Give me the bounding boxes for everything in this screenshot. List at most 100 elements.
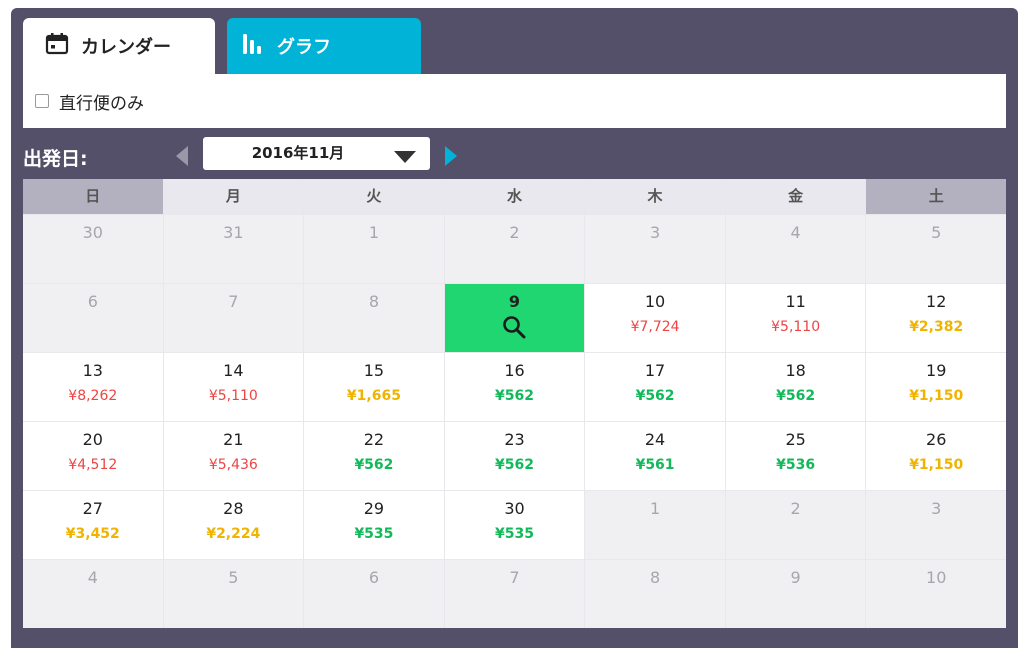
day-number: 27 (82, 499, 103, 518)
calendar-day: 31 (163, 215, 304, 283)
day-number: 16 (504, 361, 525, 380)
search-icon (445, 315, 585, 343)
month-select[interactable]: 2016年11月 (203, 137, 430, 170)
direct-only-checkbox[interactable] (35, 94, 49, 108)
tab-graph-label: グラフ (277, 37, 331, 58)
next-month-button[interactable] (444, 146, 458, 166)
day-number: 4 (790, 223, 801, 242)
day-price: ¥536 (776, 457, 816, 473)
calendar-day[interactable]: 22 ¥562 (304, 422, 444, 490)
day-number: 15 (363, 361, 385, 380)
day-price: ¥2,382 (909, 319, 964, 335)
day-number: 28 (223, 499, 244, 518)
calendar-day-selected[interactable]: 9 (444, 284, 585, 352)
calendar-day: 8 (585, 560, 725, 628)
calendar-day[interactable]: 14 ¥5,110 (163, 353, 304, 421)
calendar-day[interactable]: 30 ¥535 (444, 491, 585, 559)
day-number: 9 (790, 568, 801, 587)
bar-chart-icon (241, 32, 265, 61)
weekday-header: 日 (23, 179, 163, 214)
calendar-day: 1 (585, 491, 725, 559)
day-price: ¥3,452 (65, 526, 120, 542)
day-number: 6 (87, 292, 98, 311)
calendar-day: 2 (725, 491, 866, 559)
calendar-day[interactable]: 24 ¥561 (585, 422, 725, 490)
calendar-day[interactable]: 27 ¥3,452 (23, 491, 163, 559)
calendar-day[interactable]: 11 ¥5,110 (725, 284, 866, 352)
calendar-day: 2 (444, 215, 585, 283)
day-price: ¥562 (354, 457, 394, 473)
calendar-day: 5 (866, 215, 1006, 283)
calendar-day: 1 (304, 215, 444, 283)
day-number: 8 (368, 292, 380, 311)
day-number: 21 (223, 430, 244, 449)
day-price: ¥562 (776, 388, 816, 404)
day-number: 9 (508, 292, 521, 311)
day-number: 19 (926, 361, 947, 380)
day-number: 10 (644, 292, 666, 311)
day-number: 10 (926, 568, 947, 587)
day-number: 1 (368, 223, 380, 242)
calendar-day[interactable]: 13 ¥8,262 (23, 353, 163, 421)
flight-price-panel: カレンダー グラフ 直行便のみ 出発日: 2016年11月 日 月 火 水 木 … (11, 8, 1018, 648)
calendar-day[interactable]: 15 ¥1,665 (304, 353, 444, 421)
day-price: ¥1,150 (909, 388, 964, 404)
calendar-day: 3 (585, 215, 725, 283)
calendar-day[interactable]: 26 ¥1,150 (866, 422, 1006, 490)
day-number: 2 (509, 223, 520, 242)
day-number: 22 (363, 430, 385, 449)
day-number: 7 (509, 568, 520, 587)
tab-graph[interactable]: グラフ (227, 18, 421, 74)
day-number: 5 (931, 223, 942, 242)
day-price: ¥535 (354, 526, 394, 542)
calendar-day[interactable]: 28 ¥2,224 (163, 491, 304, 559)
calendar-day: 5 (163, 560, 304, 628)
date-nav: 出発日: 2016年11月 (23, 136, 1006, 178)
calendar-day[interactable]: 17 ¥562 (585, 353, 725, 421)
calendar-day[interactable]: 16 ¥562 (444, 353, 585, 421)
calendar-day: 4 (23, 560, 163, 628)
calendar-grid: 日 月 火 水 木 金 土 30 31 1 2 3 4 5 6 7 8 9 10 ¥7,724 11 ¥5,… (23, 179, 1006, 628)
prev-month-button[interactable] (175, 146, 189, 166)
day-number: 8 (649, 568, 661, 587)
tab-calendar[interactable]: カレンダー (23, 18, 215, 74)
calendar-day: 9 (725, 560, 866, 628)
day-price: ¥2,224 (206, 526, 261, 542)
calendar-day: 7 (163, 284, 304, 352)
day-number: 3 (649, 223, 661, 242)
day-number: 14 (223, 361, 244, 380)
day-number: 31 (223, 223, 244, 242)
day-number: 30 (82, 223, 103, 242)
day-price: ¥5,436 (208, 457, 258, 473)
day-price: ¥535 (495, 526, 534, 542)
day-number: 18 (785, 361, 806, 380)
direct-only-label: 直行便のみ (59, 93, 144, 114)
calendar-day[interactable]: 21 ¥5,436 (163, 422, 304, 490)
calendar-day: 8 (304, 284, 444, 352)
day-price: ¥5,110 (771, 319, 821, 335)
departure-date-label: 出発日: (23, 148, 88, 170)
calendar-day[interactable]: 12 ¥2,382 (866, 284, 1006, 352)
day-number: 26 (926, 430, 947, 449)
day-price: ¥1,665 (346, 388, 401, 404)
day-number: 3 (931, 499, 942, 518)
calendar-day: 6 (23, 284, 163, 352)
day-price: ¥7,724 (630, 319, 680, 335)
weekday-header: 月 (163, 179, 304, 214)
calendar-day[interactable]: 19 ¥1,150 (866, 353, 1006, 421)
chevron-right-icon (445, 146, 457, 166)
day-number: 11 (785, 292, 806, 311)
calendar-icon (45, 32, 69, 60)
calendar-day[interactable]: 18 ¥562 (725, 353, 866, 421)
calendar-day[interactable]: 10 ¥7,724 (585, 284, 725, 352)
day-number: 2 (790, 499, 801, 518)
calendar-day[interactable]: 20 ¥4,512 (23, 422, 163, 490)
caret-down-icon (394, 148, 416, 167)
day-number: 17 (644, 361, 666, 380)
day-price: ¥8,262 (68, 388, 118, 404)
filter-bar: 直行便のみ (23, 74, 1006, 128)
calendar-day: 6 (304, 560, 444, 628)
calendar-day[interactable]: 29 ¥535 (304, 491, 444, 559)
calendar-day[interactable]: 25 ¥536 (725, 422, 866, 490)
calendar-day[interactable]: 23 ¥562 (444, 422, 585, 490)
